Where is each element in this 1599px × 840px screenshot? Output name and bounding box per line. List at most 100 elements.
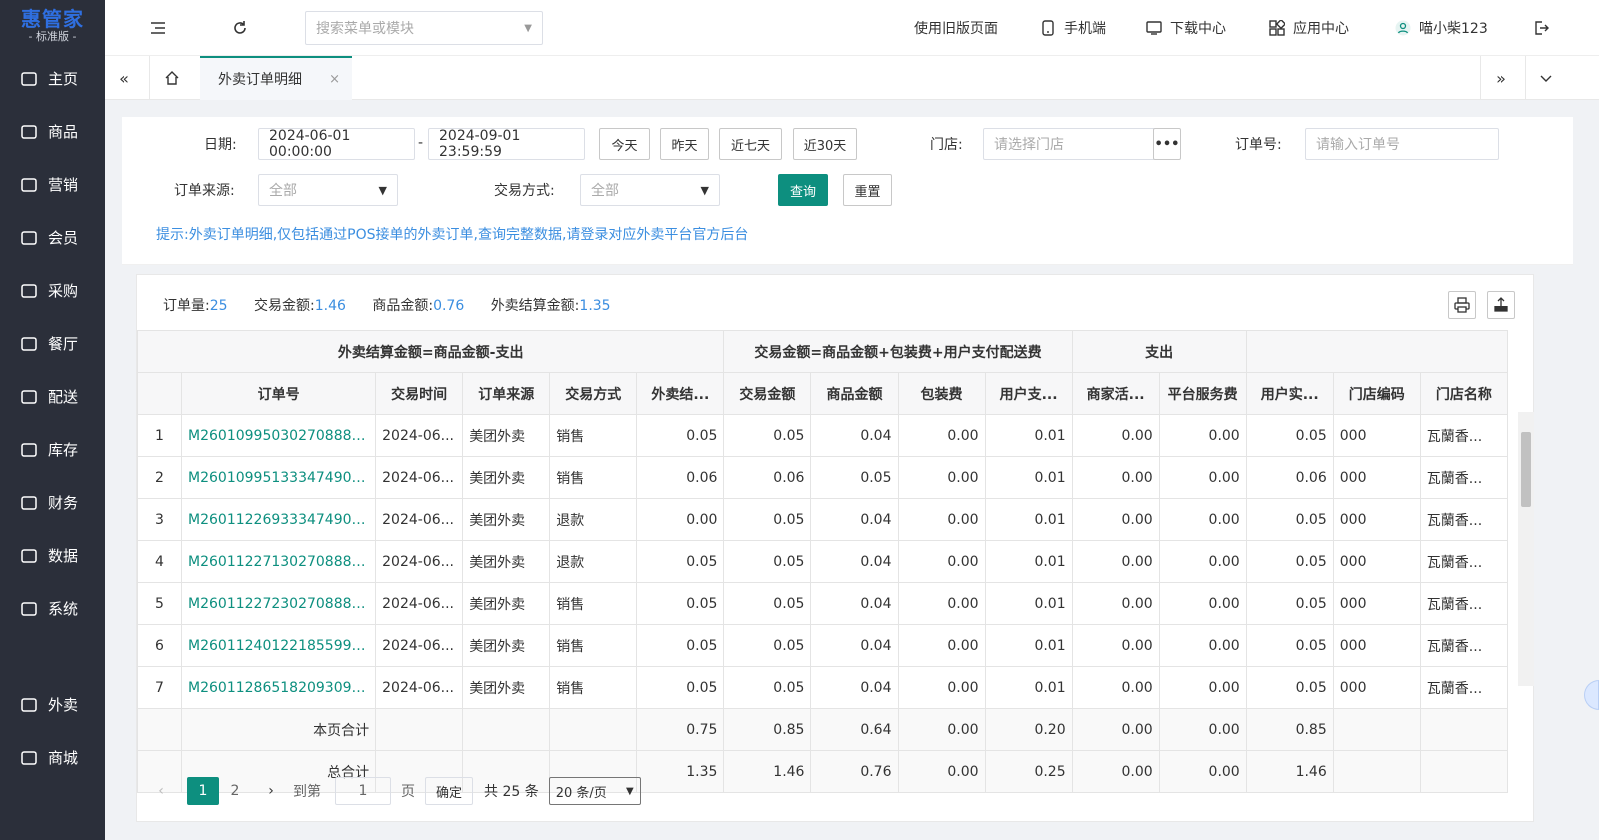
logout-icon[interactable]: [1530, 17, 1552, 39]
column-header[interactable]: 交易方式: [549, 372, 638, 415]
table-cell: 瓦蘭香...: [1419, 498, 1509, 541]
order-source-select[interactable]: 全部 ▼: [258, 174, 398, 206]
mobile-link[interactable]: 手机端: [1040, 18, 1106, 38]
table-row[interactable]: 4 M2601122713027088845 2024-06... 美团外卖 退款 0.0…: [136, 540, 1509, 583]
last-30-days-button[interactable]: 近30天: [793, 128, 857, 160]
date-start-input[interactable]: 2024-06-01 00:00:00: [258, 128, 415, 160]
table-cell: 0.05: [1245, 582, 1334, 625]
sidebar-item-2[interactable]: 营销: [0, 158, 105, 211]
reset-button[interactable]: 重置: [843, 174, 892, 206]
home-tab-icon[interactable]: [161, 67, 183, 89]
table-cell: 0.00: [897, 666, 986, 709]
page-size-select[interactable]: 20 条/页 ▼: [548, 777, 641, 805]
column-header[interactable]: 门店名称: [1419, 372, 1509, 415]
apps-label: 应用中心: [1293, 21, 1349, 37]
table-cell: 000: [1332, 624, 1421, 667]
sidebar-item-12[interactable]: 商城: [0, 731, 105, 784]
assistant-float-icon[interactable]: [1584, 680, 1599, 710]
order-number-cell[interactable]: M2601124012218559938: [181, 624, 377, 667]
payment-type-select[interactable]: 全部 ▼: [580, 174, 720, 206]
sidebar-item-5[interactable]: 餐厅: [0, 317, 105, 370]
print-button[interactable]: [1448, 291, 1476, 319]
last-7-days-button[interactable]: 近七天: [719, 128, 782, 160]
table-row[interactable]: 2 M2601099513334749016 2024-06... 美团外卖 销售 0.0…: [136, 456, 1509, 499]
column-header[interactable]: 交易金额: [723, 372, 812, 415]
table-cell: 0.05: [723, 624, 812, 667]
sidebar-item-11[interactable]: 外卖: [0, 678, 105, 731]
logo[interactable]: 惠管家 - 标准版 -: [0, 0, 105, 52]
order-number-cell[interactable]: M2601122693334749016: [181, 498, 377, 541]
order-number-cell[interactable]: M2601099513334749016: [181, 456, 377, 499]
menu-search-input[interactable]: 搜索菜单或模块 ▼: [305, 11, 543, 45]
order-table: 外卖结算金额=商品金额-支出 交易金额=商品金额+包装费+用户支付配送费 支出 …: [136, 330, 1509, 793]
close-tab-icon[interactable]: ×: [329, 72, 340, 87]
column-header[interactable]: 包装费: [897, 372, 986, 415]
table-cell: 0.00: [1158, 582, 1247, 625]
query-button[interactable]: 查询: [778, 174, 828, 206]
date-end-input[interactable]: 2024-09-01 23:59:59: [428, 128, 585, 160]
column-header[interactable]: 商品金额: [810, 372, 899, 415]
table-row[interactable]: 1 M2601099503027088845 2024-06... 美团外卖 销售 0.0…: [136, 414, 1509, 457]
page-1-button[interactable]: 1: [187, 777, 219, 805]
data-icon: [21, 548, 37, 563]
sidebar-item-1[interactable]: 商品: [0, 105, 105, 158]
table-row[interactable]: 3 M2601122693334749016 2024-06... 美团外卖 退款 0.0…: [136, 498, 1509, 541]
today-button[interactable]: 今天: [599, 128, 650, 160]
settle-amount-value: 1.35: [579, 298, 611, 314]
scrollbar-thumb[interactable]: [1521, 432, 1531, 507]
order-number-cell[interactable]: M2601128651820930987: [181, 666, 377, 709]
column-header[interactable]: 商家活...: [1071, 372, 1160, 415]
prev-page-button[interactable]: ‹: [145, 777, 177, 805]
column-header[interactable]: 订单来源: [462, 372, 551, 415]
column-header[interactable]: 用户实...: [1245, 372, 1334, 415]
menu-toggle-icon[interactable]: [147, 17, 169, 39]
old-page-link[interactable]: 使用旧版页面: [914, 18, 998, 38]
table-cell: 0.00: [1071, 582, 1160, 625]
app-center-link[interactable]: 应用中心: [1269, 18, 1349, 38]
yesterday-button[interactable]: 昨天: [660, 128, 709, 160]
page-number-input[interactable]: 1: [335, 777, 391, 805]
refresh-icon[interactable]: [229, 17, 251, 39]
order-number-cell[interactable]: M2601122713027088845: [181, 540, 377, 583]
order-number-input[interactable]: 请输入订单号: [1305, 128, 1499, 160]
table-cell: 0.05: [723, 582, 812, 625]
store-select-input[interactable]: 请选择门店: [983, 128, 1155, 160]
download-center-link[interactable]: 下载中心: [1146, 18, 1226, 38]
store-more-button[interactable]: •••: [1153, 128, 1181, 160]
order-number-cell[interactable]: M2601122723027088845: [181, 582, 377, 625]
bike-icon: [21, 697, 37, 712]
page-2-button[interactable]: 2: [219, 777, 251, 805]
column-header[interactable]: 外卖结...: [636, 372, 725, 415]
column-header[interactable]: 用户支...: [984, 372, 1073, 415]
goto-confirm-button[interactable]: 确定: [425, 777, 474, 805]
table-row[interactable]: 5 M2601122723027088845 2024-06... 美团外卖 销售 0.0…: [136, 582, 1509, 625]
tabs-scroll-left-icon[interactable]: «: [113, 67, 135, 89]
column-header[interactable]: 交易时间: [375, 372, 464, 415]
export-button[interactable]: [1487, 291, 1515, 319]
sidebar-item-0[interactable]: 主页: [0, 52, 105, 105]
table-scrollbar[interactable]: [1518, 412, 1534, 686]
table-cell: 销售: [549, 666, 638, 709]
table-row[interactable]: 6 M2601124012218559938 2024-06... 美团外卖 销售 0.0…: [136, 624, 1509, 667]
sidebar-item-9[interactable]: 数据: [0, 529, 105, 582]
order-number-cell[interactable]: M2601099503027088845: [181, 414, 377, 457]
tab-takeout-order-detail[interactable]: 外卖订单明细 ×: [200, 56, 352, 100]
next-page-button[interactable]: ›: [255, 777, 287, 805]
user-menu[interactable]: 喵小柴123: [1395, 18, 1488, 38]
table-cell: 000: [1332, 666, 1421, 709]
sidebar-item-3[interactable]: 会员: [0, 211, 105, 264]
sidebar-item-7[interactable]: 库存: [0, 423, 105, 476]
table-row[interactable]: 7 M2601128651820930987 2024-06... 美团外卖 销售 0.0…: [136, 666, 1509, 709]
table-cell: 000: [1332, 414, 1421, 457]
sidebar-item-10[interactable]: 系统: [0, 582, 105, 635]
sidebar-item-6[interactable]: 配送: [0, 370, 105, 423]
tabs-scroll-right-icon[interactable]: »: [1490, 67, 1512, 89]
column-header[interactable]: 平台服务费: [1158, 372, 1247, 415]
column-header[interactable]: 门店编码: [1332, 372, 1421, 415]
tabs-dropdown-icon[interactable]: [1535, 67, 1557, 89]
sidebar-item-4[interactable]: 采购: [0, 264, 105, 317]
sidebar-item-8[interactable]: 财务: [0, 476, 105, 529]
column-header[interactable]: 订单号: [181, 372, 377, 415]
table-cell: 0.00: [1071, 540, 1160, 583]
goto-label: 到第: [293, 784, 321, 800]
